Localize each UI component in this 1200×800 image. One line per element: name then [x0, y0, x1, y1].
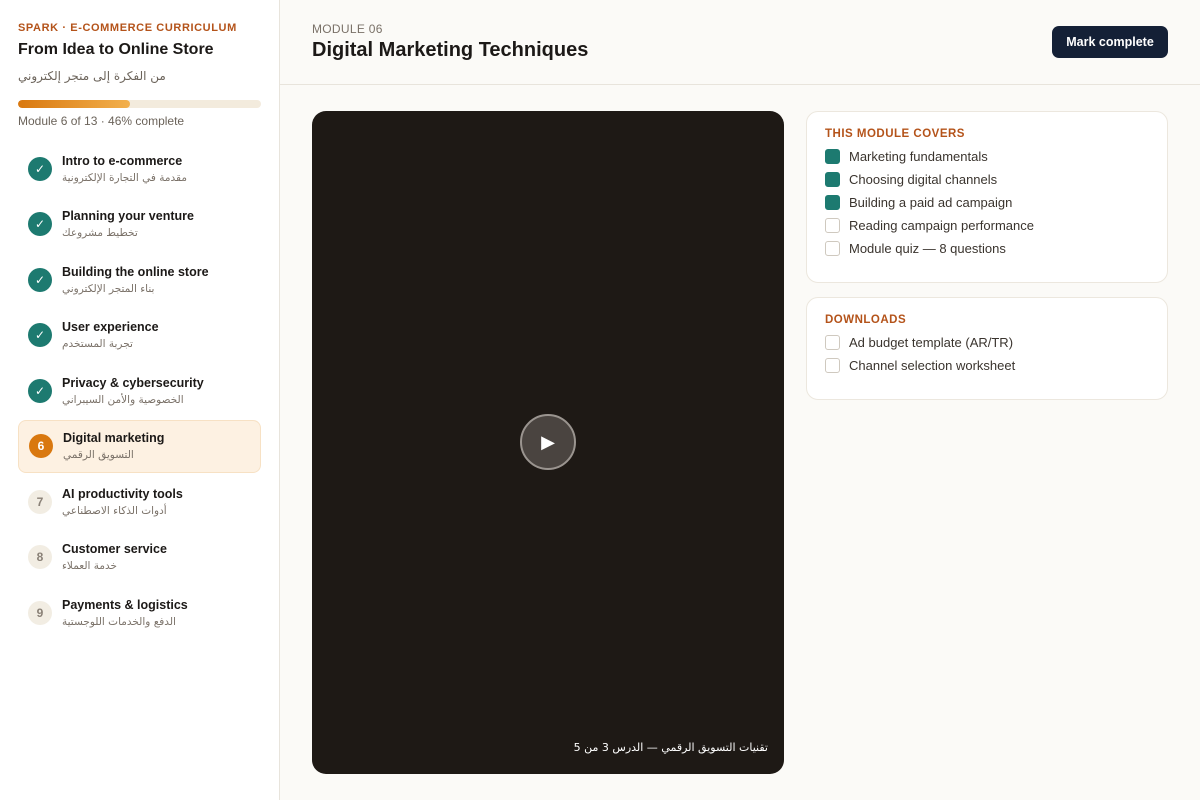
module-item-8[interactable]: 8 Customer service خدمة العملاء: [18, 531, 261, 584]
download-item[interactable]: Ad budget template (AR/TR): [825, 334, 1149, 350]
covers-item[interactable]: Module quiz — 8 questions: [825, 240, 1149, 256]
module-status-badge: ✓: [28, 156, 52, 181]
module-title-arabic: خدمة العملاء: [62, 560, 118, 572]
covers-item-label: Reading campaign performance: [849, 217, 1034, 233]
module-title-arabic: مقدمة في التجارة الإلكترونية: [62, 171, 187, 184]
mark-complete-button[interactable]: Mark complete: [1052, 26, 1168, 58]
covers-item[interactable]: Choosing digital channels: [825, 171, 1149, 187]
video-player[interactable]: ▶ تقنيات التسويق الرقمي — الدرس 3 من 5: [312, 111, 784, 774]
play-button[interactable]: ▶: [520, 414, 576, 470]
covers-item[interactable]: Building a paid ad campaign: [825, 194, 1149, 210]
module-title-arabic: أدوات الذكاء الاصطناعي: [62, 504, 167, 517]
module-title-arabic: تخطيط مشروعك: [62, 227, 138, 239]
module-title: Building the online store: [62, 264, 209, 279]
checkbox[interactable]: [825, 357, 840, 373]
module-status-badge: ✓: [28, 212, 52, 236]
module-title-arabic: الدفع والخدمات اللوجستية: [62, 615, 176, 628]
module-status-badge: ✓: [28, 267, 52, 292]
covers-item[interactable]: Marketing fundamentals: [825, 148, 1149, 164]
downloads-title: DOWNLOADS: [825, 314, 907, 326]
module-title: Planning your venture: [62, 209, 194, 223]
module-title: User experience: [62, 320, 159, 334]
course-progress-bar: [18, 100, 261, 108]
checkbox[interactable]: [825, 148, 840, 164]
course-title-arabic: من الفكرة إلى متجر إلكتروني: [18, 69, 166, 83]
module-status-badge: 9: [28, 600, 52, 625]
play-icon: ▶: [541, 431, 555, 452]
module-title-arabic: بناء المتجر الإلكتروني: [62, 282, 155, 295]
course-progress-fill: [18, 100, 130, 108]
module-item-5[interactable]: ✓ Privacy & cybersecurity الخصوصية والأم…: [18, 364, 261, 417]
module-title-arabic: الخصوصية والأمن السيبراني: [62, 393, 184, 406]
module-header: MODULE 06 Digital Marketing Techniques M…: [280, 0, 1200, 85]
covers-item-label: Building a paid ad campaign: [849, 194, 1013, 210]
checkbox[interactable]: [825, 334, 840, 350]
module-item-3[interactable]: ✓ Building the online store بناء المتجر …: [18, 253, 261, 306]
checkbox[interactable]: [825, 171, 840, 187]
module-item-7[interactable]: 7 AI productivity tools أدوات الذكاء الا…: [18, 475, 261, 528]
module-title-arabic: التسويق الرقمي: [63, 449, 134, 461]
module-title: Privacy & cybersecurity: [62, 375, 204, 390]
download-item-label: Ad budget template (AR/TR): [849, 334, 1014, 350]
checkbox[interactable]: [825, 240, 840, 256]
module-item-4[interactable]: ✓ User experience تجربة المستخدم: [18, 309, 261, 362]
course-progress-text: Module 6 of 13 · 46% complete: [18, 114, 185, 128]
module-title: Intro to e-commerce: [62, 153, 183, 168]
download-item-label: Channel selection worksheet: [849, 357, 1016, 373]
module-status-badge: ✓: [28, 378, 52, 403]
covers-title: THIS MODULE COVERS: [825, 128, 965, 140]
checkbox[interactable]: [825, 194, 840, 210]
module-item-1[interactable]: ✓ Intro to e-commerce مقدمة في التجارة ا…: [18, 142, 261, 195]
curriculum-eyebrow: SPARK · E-COMMERCE CURRICULUM: [18, 22, 237, 34]
downloads-card: DOWNLOADS Ad budget template (AR/TR) Cha…: [806, 297, 1168, 400]
download-item[interactable]: Channel selection worksheet: [825, 357, 1149, 373]
covers-item-label: Module quiz — 8 questions: [849, 240, 1006, 256]
module-item-2[interactable]: ✓ Planning your venture تخطيط مشروعك: [18, 198, 261, 251]
page-title: Digital Marketing Techniques: [312, 39, 589, 61]
module-status-badge: 7: [28, 489, 52, 514]
sidebar: SPARK · E-COMMERCE CURRICULUM From Idea …: [0, 0, 280, 800]
checkbox[interactable]: [825, 217, 840, 233]
covers-item[interactable]: Reading campaign performance: [825, 217, 1149, 233]
module-title: AI productivity tools: [62, 486, 183, 501]
covers-item-label: Marketing fundamentals: [849, 148, 988, 164]
module-title: Payments & logistics: [62, 597, 188, 612]
module-number-label: MODULE 06: [312, 22, 383, 36]
course-title: From Idea to Online Store: [18, 41, 214, 58]
module-status-badge: 6: [29, 434, 53, 458]
module-title: Digital marketing: [63, 431, 165, 445]
module-item-9[interactable]: 9 Payments & logistics الدفع والخدمات ال…: [18, 586, 261, 639]
module-item-6[interactable]: 6 Digital marketing التسويق الرقمي: [18, 419, 261, 473]
module-status-badge: 8: [28, 545, 52, 569]
module-status-badge: ✓: [28, 323, 52, 347]
module-covers-card: THIS MODULE COVERS Marketing fundamental…: [806, 111, 1168, 283]
module-title-arabic: تجربة المستخدم: [62, 338, 133, 350]
video-caption: تقنيات التسويق الرقمي — الدرس 3 من 5: [573, 741, 768, 754]
module-list: ✓ Intro to e-commerce مقدمة في التجارة ا…: [18, 142, 261, 639]
covers-item-label: Choosing digital channels: [849, 171, 998, 187]
module-title: Customer service: [62, 542, 167, 556]
